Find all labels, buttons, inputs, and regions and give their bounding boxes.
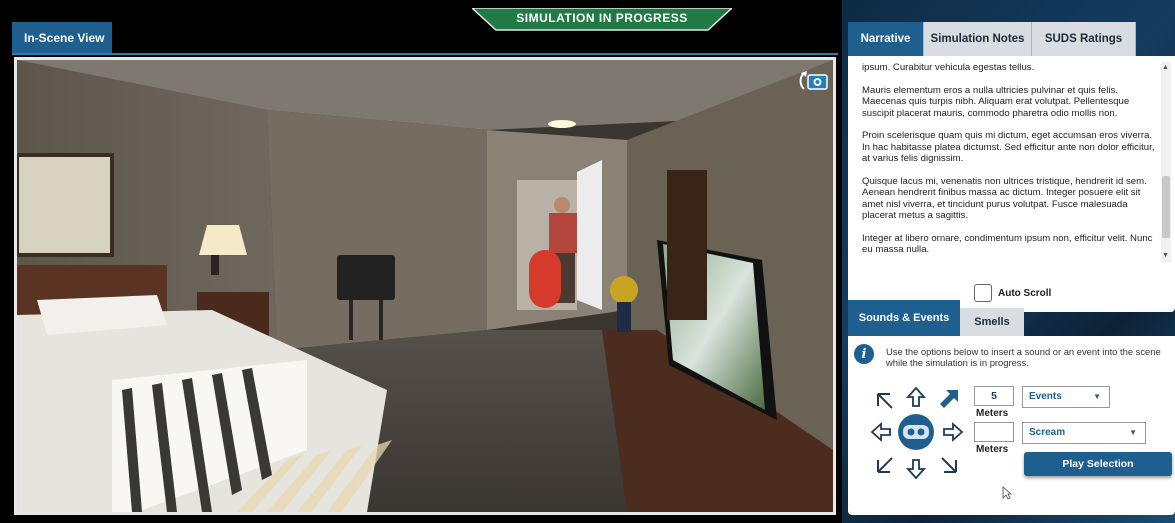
mouse-cursor-icon (1002, 486, 1012, 500)
scene-tab-underline (12, 53, 838, 55)
vr-headset-center-button[interactable] (898, 414, 934, 450)
meters-label-1: Meters (976, 408, 1009, 419)
camera-rotate-icon[interactable] (798, 68, 830, 94)
narrative-paragraph: ipsum. Curabitur vehicula egestas tellus… (862, 62, 1035, 73)
narrative-paragraph: Integer at libero ornare, condimentum ip… (862, 232, 1153, 256)
sounds-body: i Use the options below to insert a soun… (848, 336, 1175, 515)
tab-simulation-notes[interactable]: Simulation Notes (924, 22, 1032, 56)
arrow-down-icon[interactable] (905, 458, 927, 480)
sounds-info-text: Use the options below to insert a sound … (886, 346, 1161, 368)
chevron-down-icon: ▼ (1129, 428, 1137, 437)
narrative-paragraph: Quisque lacus mi, venenatis non ultrices… (862, 175, 1147, 222)
arrow-right-icon[interactable] (942, 421, 964, 443)
tab-smells[interactable]: Smells (960, 308, 1024, 336)
narrative-tabs: Narrative Simulation Notes SUDS Ratings (848, 22, 1136, 56)
narrative-paragraph: Mauris elementum eros a nulla ultricies … (862, 84, 1130, 119)
narrative-paragraph: Proin scelerisque quam quis mi dictum, e… (862, 130, 1155, 164)
bedroom-scene (17, 60, 833, 512)
event-type-select[interactable]: Events ▼ (1022, 386, 1110, 408)
tab-in-scene-view[interactable]: In-Scene View (12, 22, 112, 54)
arrow-up-left-icon[interactable] (874, 390, 896, 412)
sounds-tabs: Sounds & Events Smells (848, 300, 1024, 336)
meters-label-2: Meters (976, 444, 1009, 455)
arrow-left-icon[interactable] (870, 421, 892, 443)
narrative-body: ipsum. Curabitur vehicula egestas tellus… (848, 56, 1175, 312)
banner-text: SIMULATION IN PROGRESS (516, 11, 688, 25)
scene-viewport[interactable] (14, 57, 836, 515)
sound-select[interactable]: Scream ▼ (1022, 422, 1146, 444)
auto-scroll-label: Auto Scroll (998, 287, 1052, 299)
vr-headset-icon (903, 425, 929, 439)
sound-value: Scream (1029, 427, 1066, 438)
event-type-value: Events (1029, 391, 1062, 402)
distance-input-1[interactable]: 5 (974, 386, 1014, 406)
narrative-panel: Narrative Simulation Notes SUDS Ratings … (848, 22, 1175, 312)
arrow-up-icon[interactable] (905, 386, 927, 408)
sounds-events-panel: Sounds & Events Smells i Use the options… (848, 300, 1175, 515)
tab-suds-ratings[interactable]: SUDS Ratings (1032, 22, 1136, 56)
arrow-up-right-icon[interactable] (938, 388, 960, 410)
info-icon: i (854, 344, 874, 364)
arrow-down-right-icon[interactable] (938, 454, 960, 476)
tab-sounds-events[interactable]: Sounds & Events (848, 300, 960, 336)
scroll-down-icon[interactable]: ▼ (1162, 252, 1169, 259)
narrative-scrollbar-thumb[interactable] (1162, 176, 1170, 238)
chevron-down-icon: ▼ (1093, 392, 1101, 401)
scroll-up-icon[interactable]: ▲ (1162, 64, 1169, 71)
play-selection-button[interactable]: Play Selection (1024, 452, 1172, 476)
distance-input-2[interactable] (974, 422, 1014, 442)
tab-narrative[interactable]: Narrative (848, 22, 924, 56)
simulation-status-banner: SIMULATION IN PROGRESS (472, 8, 732, 32)
narrative-text: ipsum. Curabitur vehicula egestas tellus… (862, 62, 1158, 272)
arrow-down-left-icon[interactable] (874, 454, 896, 476)
